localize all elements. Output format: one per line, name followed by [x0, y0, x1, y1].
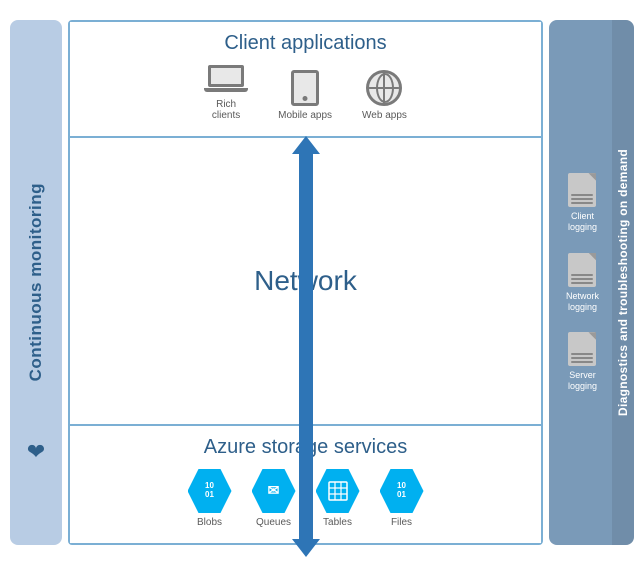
heart-icon: ❤ — [27, 439, 45, 465]
storage-title: Azure storage services — [85, 436, 526, 459]
mobile-apps-item: Mobile apps — [278, 70, 332, 121]
network-section: Network — [70, 138, 541, 426]
right-sidebar: Clientlogging Networklogging Serverlog — [549, 20, 634, 545]
left-sidebar: Continuous monitoring ❤ — [10, 20, 62, 545]
queues-item: ✉ Queues — [252, 469, 296, 528]
storage-icons-row: 1001 Blobs ✉ Queues — [85, 469, 526, 528]
files-item: 1001 Files — [380, 469, 424, 528]
tables-item: Tables — [316, 469, 360, 528]
doc-line-5 — [571, 278, 593, 280]
network-logging-doc-icon — [568, 253, 596, 287]
doc-line-3 — [571, 202, 593, 204]
doc-line-1 — [571, 194, 593, 196]
client-logging-item: Clientlogging — [568, 173, 597, 233]
doc-line-8 — [571, 357, 593, 359]
blobs-label: Blobs — [197, 517, 222, 528]
tablet-button — [303, 96, 308, 101]
server-logging-doc-icon — [568, 332, 596, 366]
tables-label: Tables — [323, 517, 352, 528]
files-label: Files — [391, 517, 412, 528]
blobs-hex: 1001 — [188, 469, 232, 513]
main-container: Continuous monitoring ❤ Client applicati… — [0, 0, 644, 565]
continuous-monitoring-label: Continuous monitoring — [26, 183, 46, 381]
network-logging-item: Networklogging — [566, 253, 599, 313]
queues-hex: ✉ — [252, 469, 296, 513]
logging-items: Clientlogging Networklogging Serverlog — [566, 35, 599, 530]
mobile-apps-label: Mobile apps — [278, 110, 332, 121]
doc-line-2 — [571, 198, 593, 200]
arrow-head-up — [292, 136, 320, 154]
laptop-screen — [208, 65, 244, 87]
rich-clients-item: Richclients — [204, 65, 248, 121]
files-hex: 1001 — [380, 469, 424, 513]
rich-clients-label: Richclients — [212, 99, 240, 121]
globe-curve — [376, 73, 394, 103]
web-apps-label: Web apps — [362, 110, 407, 121]
globe-icon — [366, 70, 402, 106]
table-grid-icon — [328, 481, 348, 501]
server-logging-item: Serverlogging — [568, 332, 597, 392]
laptop-icon — [204, 65, 248, 95]
client-apps-title: Client applications — [85, 32, 526, 55]
storage-section: Azure storage services 1001 Blobs ✉ Queu… — [70, 426, 541, 543]
network-title: Network — [254, 265, 357, 297]
diagnostics-label: Diagnostics and troubleshooting on deman… — [616, 149, 630, 416]
doc-line-4 — [571, 274, 593, 276]
right-sidebar-text-bg: Diagnostics and troubleshooting on deman… — [612, 20, 634, 545]
doc-line-9 — [571, 361, 593, 363]
doc-line-6 — [571, 282, 593, 284]
tables-hex — [316, 469, 360, 513]
queues-label: Queues — [256, 517, 291, 528]
client-apps-icons-row: Richclients Mobile apps Web — [85, 65, 526, 121]
server-logging-label: Serverlogging — [568, 370, 597, 392]
client-logging-label: Clientlogging — [568, 211, 597, 233]
web-apps-item: Web apps — [362, 70, 407, 121]
client-logging-doc-icon — [568, 173, 596, 207]
blobs-item: 1001 Blobs — [188, 469, 232, 528]
laptop-base — [204, 88, 248, 92]
network-logging-label: Networklogging — [566, 291, 599, 313]
tablet-icon — [291, 70, 319, 106]
center-content: Client applications Richclients Mobile a… — [68, 20, 543, 545]
doc-line-7 — [571, 353, 593, 355]
client-apps-section: Client applications Richclients Mobile a… — [70, 22, 541, 138]
